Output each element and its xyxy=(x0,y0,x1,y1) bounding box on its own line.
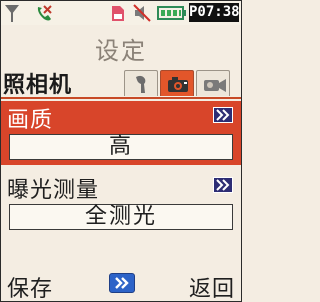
clock: P07:38 xyxy=(189,3,240,22)
mute-icon xyxy=(133,4,151,22)
double-chevron-right-icon xyxy=(216,109,230,121)
setting-value-wrap-quality: 高 xyxy=(1,131,241,165)
setting-row-quality[interactable]: 画质 xyxy=(1,101,241,133)
phone-screen: P07:38 设定 照相机 画质 高 曝光测量 全测光 保存 返回 xyxy=(0,0,242,302)
settings-panel: 画质 高 曝光测量 全测光 xyxy=(1,97,241,263)
status-bar: P07:38 xyxy=(1,1,241,25)
save-softkey[interactable]: 保存 xyxy=(7,271,53,301)
memory-card-icon xyxy=(112,6,124,21)
softkey-bar: 保存 返回 xyxy=(1,265,241,301)
tab-camera[interactable] xyxy=(160,70,194,96)
category-row: 照相机 xyxy=(1,67,241,98)
missed-call-icon xyxy=(37,5,52,21)
setting-value-wrap-exposure: 全测光 xyxy=(1,201,241,235)
quality-value-field[interactable]: 高 xyxy=(9,134,233,160)
video-camera-icon xyxy=(204,79,226,92)
setting-label-quality: 画质 xyxy=(7,108,54,133)
setting-label-exposure-metering: 曝光测量 xyxy=(7,178,100,203)
category-label: 照相机 xyxy=(3,73,73,98)
battery-icon xyxy=(157,6,186,20)
exposure-next-button[interactable] xyxy=(213,177,233,193)
wrench-icon xyxy=(136,75,146,93)
back-softkey[interactable]: 返回 xyxy=(189,271,235,301)
camera-icon xyxy=(168,77,188,92)
exposure-value-field[interactable]: 全测光 xyxy=(9,204,233,230)
double-chevron-right-icon xyxy=(216,179,230,191)
forward-arrow-icon xyxy=(115,277,129,289)
quality-next-button[interactable] xyxy=(213,107,233,123)
signal-antenna-icon xyxy=(5,5,19,22)
tab-general[interactable] xyxy=(124,70,158,96)
page-title: 设定 xyxy=(95,37,147,65)
tab-video[interactable] xyxy=(196,70,230,96)
page-header: 设定 xyxy=(1,25,241,67)
setting-row-exposure-metering[interactable]: 曝光测量 xyxy=(1,171,241,203)
center-softkey[interactable] xyxy=(109,273,135,293)
